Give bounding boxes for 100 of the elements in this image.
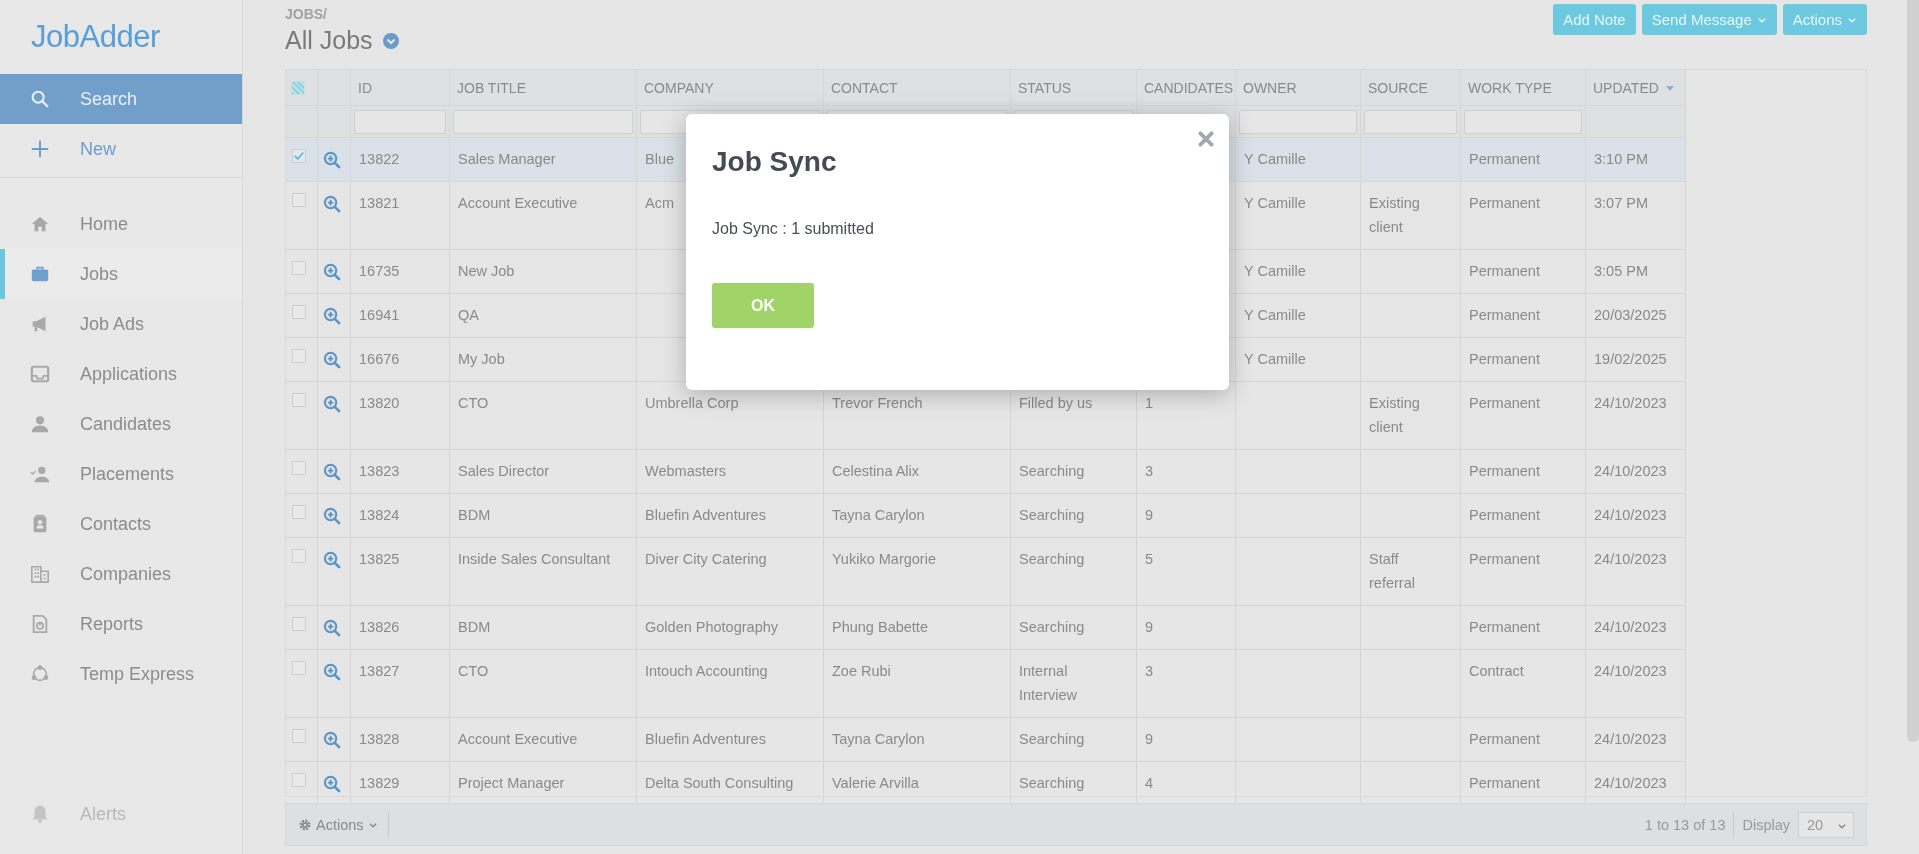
table-cell: 24/10/2023 xyxy=(1586,718,1686,762)
table-cell: Y Camille xyxy=(1236,294,1361,338)
column-header[interactable]: CONTACT xyxy=(831,79,898,96)
column-header[interactable]: STATUS xyxy=(1018,79,1072,96)
table-cell: Tayna Carylon xyxy=(824,718,1011,762)
zoom-in-icon xyxy=(323,395,341,414)
chevron-icon xyxy=(1756,15,1767,24)
checkbox[interactable] xyxy=(292,505,306,520)
table-cell: 24/10/2023 xyxy=(1586,538,1686,606)
table-cell: Sales Manager xyxy=(450,138,637,182)
table-cell: Permanent xyxy=(1461,294,1586,338)
sidebar-item[interactable]: Contacts xyxy=(0,499,242,549)
table-cell: Internal Interview xyxy=(1011,650,1137,718)
dropdown-button[interactable]: Actions xyxy=(1782,4,1867,35)
logo: JobAdder xyxy=(31,19,160,55)
table-cell: 16735 xyxy=(351,250,450,294)
table-cell: Golden Photography xyxy=(637,606,824,650)
column-header[interactable]: WORK TYPE xyxy=(1468,79,1552,96)
table-cell: Staff referral xyxy=(1361,538,1461,606)
column-header[interactable]: OWNER xyxy=(1243,79,1297,96)
table-cell: Phung Babette xyxy=(824,606,1011,650)
table-cell: 9 xyxy=(1137,494,1236,538)
table-cell: 13820 xyxy=(351,382,450,450)
table-cell: Searching xyxy=(1011,718,1137,762)
zoom-in-icon xyxy=(323,263,341,282)
sidebar-item[interactable]: Job Ads xyxy=(0,299,242,349)
actions-button[interactable]: Actions xyxy=(298,811,389,838)
table-cell: 5 xyxy=(1137,538,1236,606)
table-cell: QA xyxy=(450,294,637,338)
table-cell: Searching xyxy=(1011,450,1137,494)
table-cell: Bluefin Adventures xyxy=(637,718,824,762)
sidebar-item[interactable]: Placements xyxy=(0,449,242,499)
table-cell: Celestina Alix xyxy=(824,450,1011,494)
checkbox[interactable] xyxy=(292,617,306,632)
gear-icon xyxy=(298,817,312,832)
checkbox[interactable] xyxy=(292,393,306,408)
checkbox[interactable] xyxy=(292,461,306,476)
table-cell: Permanent xyxy=(1461,182,1586,250)
person-icon xyxy=(30,414,50,434)
checkbox[interactable] xyxy=(292,773,306,788)
sidebar-item[interactable]: Applications xyxy=(0,349,242,399)
checkbox[interactable] xyxy=(292,549,306,564)
sidebar-item[interactable]: Home xyxy=(0,199,242,249)
column-header[interactable]: CANDIDATES xyxy=(1144,79,1234,96)
table-cell: Y Camille xyxy=(1236,182,1361,250)
sidebar-item[interactable]: Temp Express xyxy=(0,649,242,699)
checkbox[interactable] xyxy=(292,661,306,676)
table-cell: 24/10/2023 xyxy=(1586,650,1686,718)
sidebar-action[interactable]: Search xyxy=(0,74,242,124)
page-title: All Jobs xyxy=(285,26,373,55)
checkbox[interactable] xyxy=(292,261,306,276)
table-cell: Existing client xyxy=(1361,182,1461,250)
zoom-in-icon xyxy=(323,195,341,214)
table-cell: New Job xyxy=(450,250,637,294)
zoom-in-icon xyxy=(323,307,341,326)
table-cell: Searching xyxy=(1011,606,1137,650)
table-cell: 16941 xyxy=(351,294,450,338)
sidebar-item[interactable]: Candidates xyxy=(0,399,242,449)
home-icon xyxy=(30,214,50,234)
table-cell: Permanent xyxy=(1461,494,1586,538)
column-header[interactable]: SOURCE xyxy=(1368,79,1428,96)
checkbox[interactable] xyxy=(292,729,306,744)
zoom-in-icon xyxy=(323,775,341,794)
sidebar-action[interactable]: New xyxy=(0,124,242,174)
building-icon xyxy=(30,564,50,584)
table-cell: Permanent xyxy=(1461,382,1586,450)
sidebar-item[interactable]: Companies xyxy=(0,549,242,599)
table-cell: Bluefin Adventures xyxy=(637,494,824,538)
table-cell: BDM xyxy=(450,606,637,650)
table-cell: 3:10 PM xyxy=(1586,138,1686,182)
dropdown-button[interactable]: Send Message xyxy=(1641,4,1777,35)
inbox-icon xyxy=(30,364,50,384)
checkbox[interactable] xyxy=(292,193,306,208)
column-header[interactable]: JOB TITLE xyxy=(457,79,526,96)
checkbox[interactable] xyxy=(292,305,306,320)
checkbox[interactable] xyxy=(291,80,305,95)
table-cell: Permanent xyxy=(1461,450,1586,494)
close-button[interactable] xyxy=(1197,130,1215,148)
table-cell: CTO xyxy=(450,650,637,718)
table-cell: Zoe Rubi xyxy=(824,650,1011,718)
sidebar-item[interactable]: Reports xyxy=(0,599,242,649)
table-cell: Tayna Carylon xyxy=(824,494,1011,538)
table-cell: 20/03/2025 xyxy=(1586,294,1686,338)
zoom-in-icon xyxy=(323,619,341,638)
table-cell: 13824 xyxy=(351,494,450,538)
checkbox[interactable] xyxy=(292,349,306,364)
display-select[interactable]: 20 xyxy=(1798,811,1854,838)
breadcrumb[interactable]: JOBS/ xyxy=(285,6,399,22)
table-cell: 19/02/2025 xyxy=(1586,338,1686,382)
table-cell: Existing client xyxy=(1361,382,1461,450)
column-header[interactable]: ID xyxy=(358,79,372,96)
button[interactable]: Add Note xyxy=(1553,4,1636,35)
table-cell: Searching xyxy=(1011,494,1137,538)
network-icon xyxy=(30,664,50,684)
chevron-icon xyxy=(1847,15,1857,24)
checkbox[interactable] xyxy=(292,149,306,164)
column-header[interactable]: COMPANY xyxy=(644,79,714,96)
ok-button[interactable]: OK xyxy=(712,283,814,328)
dropdown-icon xyxy=(382,32,399,49)
column-header[interactable]: UPDATED xyxy=(1593,79,1659,96)
